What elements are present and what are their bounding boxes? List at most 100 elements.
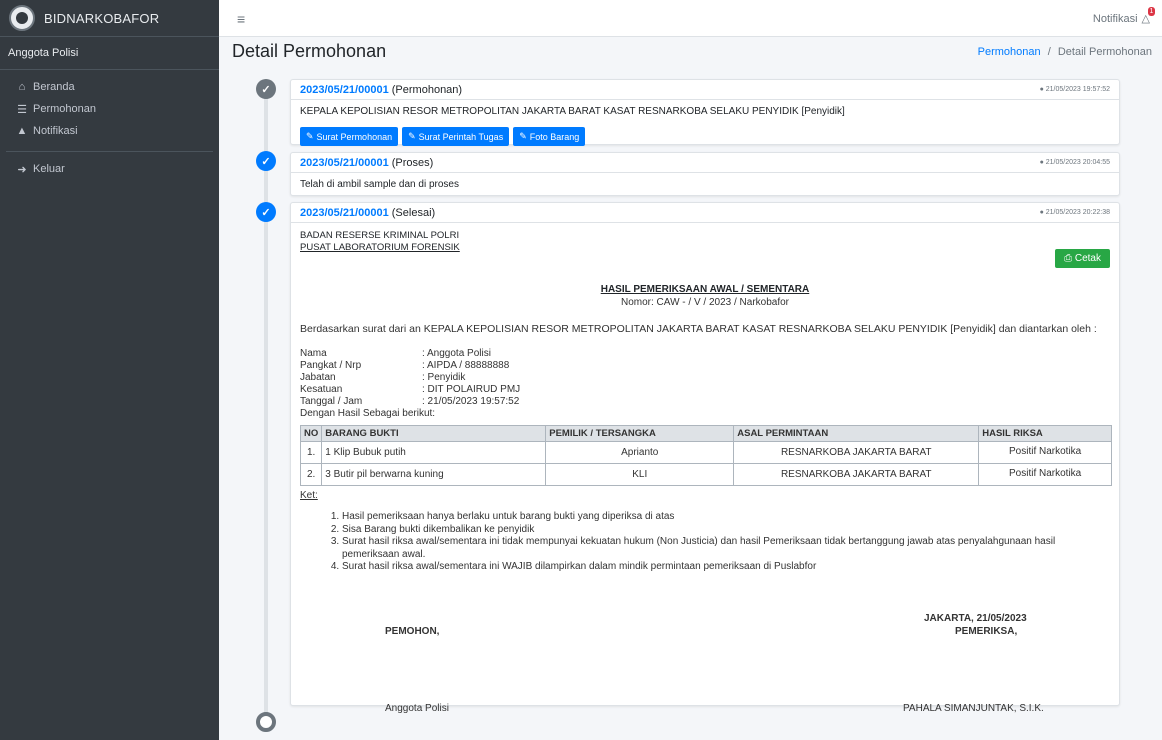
sidebar-item-label: Notifikasi bbox=[33, 125, 78, 137]
page-title: Detail Permohonan bbox=[232, 41, 387, 61]
column-header: BARANG BUKTI bbox=[321, 425, 547, 442]
sign-out-icon: ➜ bbox=[17, 163, 27, 176]
clock-icon: ● bbox=[1039, 159, 1044, 166]
timeline-item-proses: 2023/05/21/00001 (Proses) ● 21/05/2023 2… bbox=[290, 152, 1120, 196]
sidebar-item-label: Permohonan bbox=[33, 103, 96, 115]
timeline-item-selesai: 2023/05/21/00001 (Selesai) ● 21/05/2023 … bbox=[290, 202, 1120, 714]
brand[interactable]: BIDNARKOBAFOR bbox=[0, 0, 219, 37]
timeline-item-header: 2023/05/21/00001 (Proses) ● 21/05/2023 2… bbox=[291, 153, 1119, 173]
print-button[interactable]: ⎙ Cetak bbox=[1055, 249, 1110, 268]
notes-list: Hasil pemeriksaan hanya berlaku untuk ba… bbox=[330, 511, 1110, 574]
timeline-item-header: 2023/05/21/00001 (Permohonan) ● 21/05/20… bbox=[291, 80, 1119, 100]
request-id[interactable]: 2023/05/21/00001 bbox=[300, 84, 389, 96]
sidebar-item-notifikasi[interactable]: ▲ Notifikasi bbox=[0, 120, 219, 142]
request-id[interactable]: 2023/05/21/00001 bbox=[300, 157, 389, 169]
table-cell: Positif Narkotika bbox=[978, 463, 1112, 486]
surat-permohonan-button[interactable]: ✎ Surat Permohonan bbox=[300, 127, 399, 146]
clock-icon: ● bbox=[1039, 86, 1044, 93]
report-intro: Berdasarkan surat dari an KEPALA KEPOLIS… bbox=[300, 323, 1097, 335]
paperclip-icon: ✎ bbox=[306, 131, 314, 141]
institution-line-2: PUSAT LABORATORIUM FORENSIK bbox=[300, 242, 460, 253]
sidebar: BIDNARKOBAFOR Anggota Polisi ⌂ Beranda ☰… bbox=[0, 0, 219, 740]
column-header: HASIL RIKSA bbox=[978, 425, 1112, 442]
sidebar-item-label: Keluar bbox=[33, 163, 65, 175]
bell-icon: △ 1 bbox=[1141, 7, 1156, 25]
report-number: Nomor: CAW - / V / 2023 / Narkobafor bbox=[620, 297, 790, 308]
brand-logo-icon bbox=[9, 5, 35, 31]
sidebar-item-keluar[interactable]: ➜ Keluar bbox=[0, 158, 219, 180]
menu-toggle-icon[interactable]: ≡ bbox=[237, 11, 245, 27]
timeline-body: KEPALA KEPOLISIAN RESOR METROPOLITAN JAK… bbox=[300, 106, 845, 117]
examiner-sign-name: PAHALA SIMANJUNTAK, S.I.K. bbox=[903, 703, 1044, 714]
report-institution: BADAN RESERSE KRIMINAL POLRI PUSAT LABOR… bbox=[300, 230, 1110, 254]
button-label: Cetak bbox=[1074, 253, 1101, 264]
brand-name: BIDNARKOBAFOR bbox=[44, 10, 160, 26]
place-date: JAKARTA, 21/05/2023 bbox=[924, 613, 1027, 624]
check-icon: ✓ bbox=[256, 151, 276, 171]
sidebar-item-beranda[interactable]: ⌂ Beranda bbox=[0, 76, 219, 98]
list-item: Hasil pemeriksaan hanya berlaku untuk ba… bbox=[342, 511, 1110, 524]
table-cell: 2. bbox=[299, 463, 323, 486]
breadcrumb-link-permohonan[interactable]: Permohonan bbox=[978, 46, 1041, 58]
breadcrumb-current: Detail Permohonan bbox=[1057, 46, 1152, 58]
table-cell: KLI bbox=[545, 463, 735, 486]
user-panel[interactable]: Anggota Polisi bbox=[0, 37, 219, 70]
surat-perintah-tugas-button[interactable]: ✎ Surat Perintah Tugas bbox=[402, 127, 510, 146]
column-header: PEMILIK / TERSANGKA bbox=[545, 425, 735, 442]
sidebar-item-permohonan[interactable]: ☰ Permohonan bbox=[0, 98, 219, 120]
clock-end-icon bbox=[256, 712, 276, 732]
paperclip-icon: ✎ bbox=[519, 131, 527, 141]
request-status: (Selesai) bbox=[391, 206, 436, 219]
list-item: Sisa Barang bukti dikembalikan ke penyid… bbox=[342, 524, 1110, 537]
timeline-line bbox=[264, 80, 268, 720]
field-row: Tanggal / Jam: 21/05/2023 19:57:52 bbox=[300, 396, 1110, 408]
paperclip-icon: ✎ bbox=[408, 131, 416, 141]
bell-icon: ▲ bbox=[16, 125, 28, 137]
topbar: ≡ Notifikasi △ 1 bbox=[219, 0, 1162, 37]
examiner-sign-title: PEMERIKSA, bbox=[955, 626, 1018, 637]
button-label: Surat Permohonan bbox=[316, 131, 393, 142]
field-row: Pangkat / Nrp: AIPDA / 88888888 bbox=[300, 360, 1110, 372]
sidebar-divider bbox=[6, 151, 213, 152]
table-cell: 1 Klip Bubuk putih bbox=[321, 441, 547, 464]
user-name: Anggota Polisi bbox=[8, 47, 79, 59]
applicant-sign-title: PEMOHON, bbox=[385, 626, 440, 637]
list-item: Surat hasil riksa awal/sementara ini tid… bbox=[342, 536, 1110, 561]
field-label: Nama bbox=[300, 348, 327, 359]
timestamp: 21/05/2023 20:04:55 bbox=[1045, 159, 1110, 166]
print-icon: ⎙ bbox=[1064, 253, 1073, 264]
table-cell: Aprianto bbox=[545, 441, 735, 464]
timeline-item-permohonan: 2023/05/21/00001 (Permohonan) ● 21/05/20… bbox=[290, 79, 1120, 146]
field-value: : Penyidik bbox=[422, 372, 466, 383]
breadcrumb: Permohonan / Detail Permohonan bbox=[978, 46, 1152, 58]
clock-icon: ● bbox=[1039, 209, 1044, 216]
field-value: : Anggota Polisi bbox=[422, 348, 491, 359]
check-icon: ✓ bbox=[256, 79, 276, 99]
column-header: NO bbox=[299, 425, 323, 442]
sidebar-nav: ⌂ Beranda ☰ Permohonan ▲ Notifikasi ➜ Ke… bbox=[0, 70, 219, 180]
applicant-sign-name: Anggota Polisi bbox=[385, 703, 449, 714]
result-label: Dengan Hasil Sebagai berikut: bbox=[300, 408, 436, 419]
field-row: Kesatuan : DIT POLAIRUD PMJ bbox=[300, 384, 1110, 396]
timestamp: 21/05/2023 20:22:38 bbox=[1045, 209, 1110, 216]
report-title: HASIL PEMERIKSAAN AWAL / SEMENTARA bbox=[600, 284, 810, 295]
button-label: Foto Barang bbox=[529, 131, 580, 142]
notification-button[interactable]: Notifikasi △ 1 bbox=[1092, 7, 1156, 25]
foto-barang-button[interactable]: ✎ Foto Barang bbox=[513, 127, 586, 146]
check-icon: ✓ bbox=[256, 202, 276, 222]
home-icon: ⌂ bbox=[18, 81, 26, 93]
table-cell: 1. bbox=[299, 441, 323, 464]
sidebar-item-label: Beranda bbox=[33, 81, 75, 93]
table-cell: RESNARKOBA JAKARTA BARAT bbox=[733, 441, 980, 464]
list-item: Surat hasil riksa awal/sementara ini WAJ… bbox=[342, 561, 1110, 574]
field-label: Kesatuan bbox=[300, 384, 343, 395]
institution-line-1: BADAN RESERSE KRIMINAL POLRI bbox=[300, 230, 460, 241]
field-row: Nama : Anggota Polisi bbox=[300, 348, 1110, 360]
report-fields: Nama : Anggota Polisi Pangkat / Nrp: AIPD… bbox=[300, 348, 1110, 408]
request-id[interactable]: 2023/05/21/00001 bbox=[300, 207, 389, 219]
table-row: 1. 1 Klip Bubuk putih Aprianto RESNARKOB… bbox=[299, 441, 1112, 464]
field-value: : AIPDA / 88888888 bbox=[422, 360, 510, 371]
breadcrumb-separator: / bbox=[1047, 46, 1051, 58]
field-value: : DIT POLAIRUD PMJ bbox=[422, 384, 521, 395]
notification-label: Notifikasi bbox=[1092, 12, 1138, 25]
